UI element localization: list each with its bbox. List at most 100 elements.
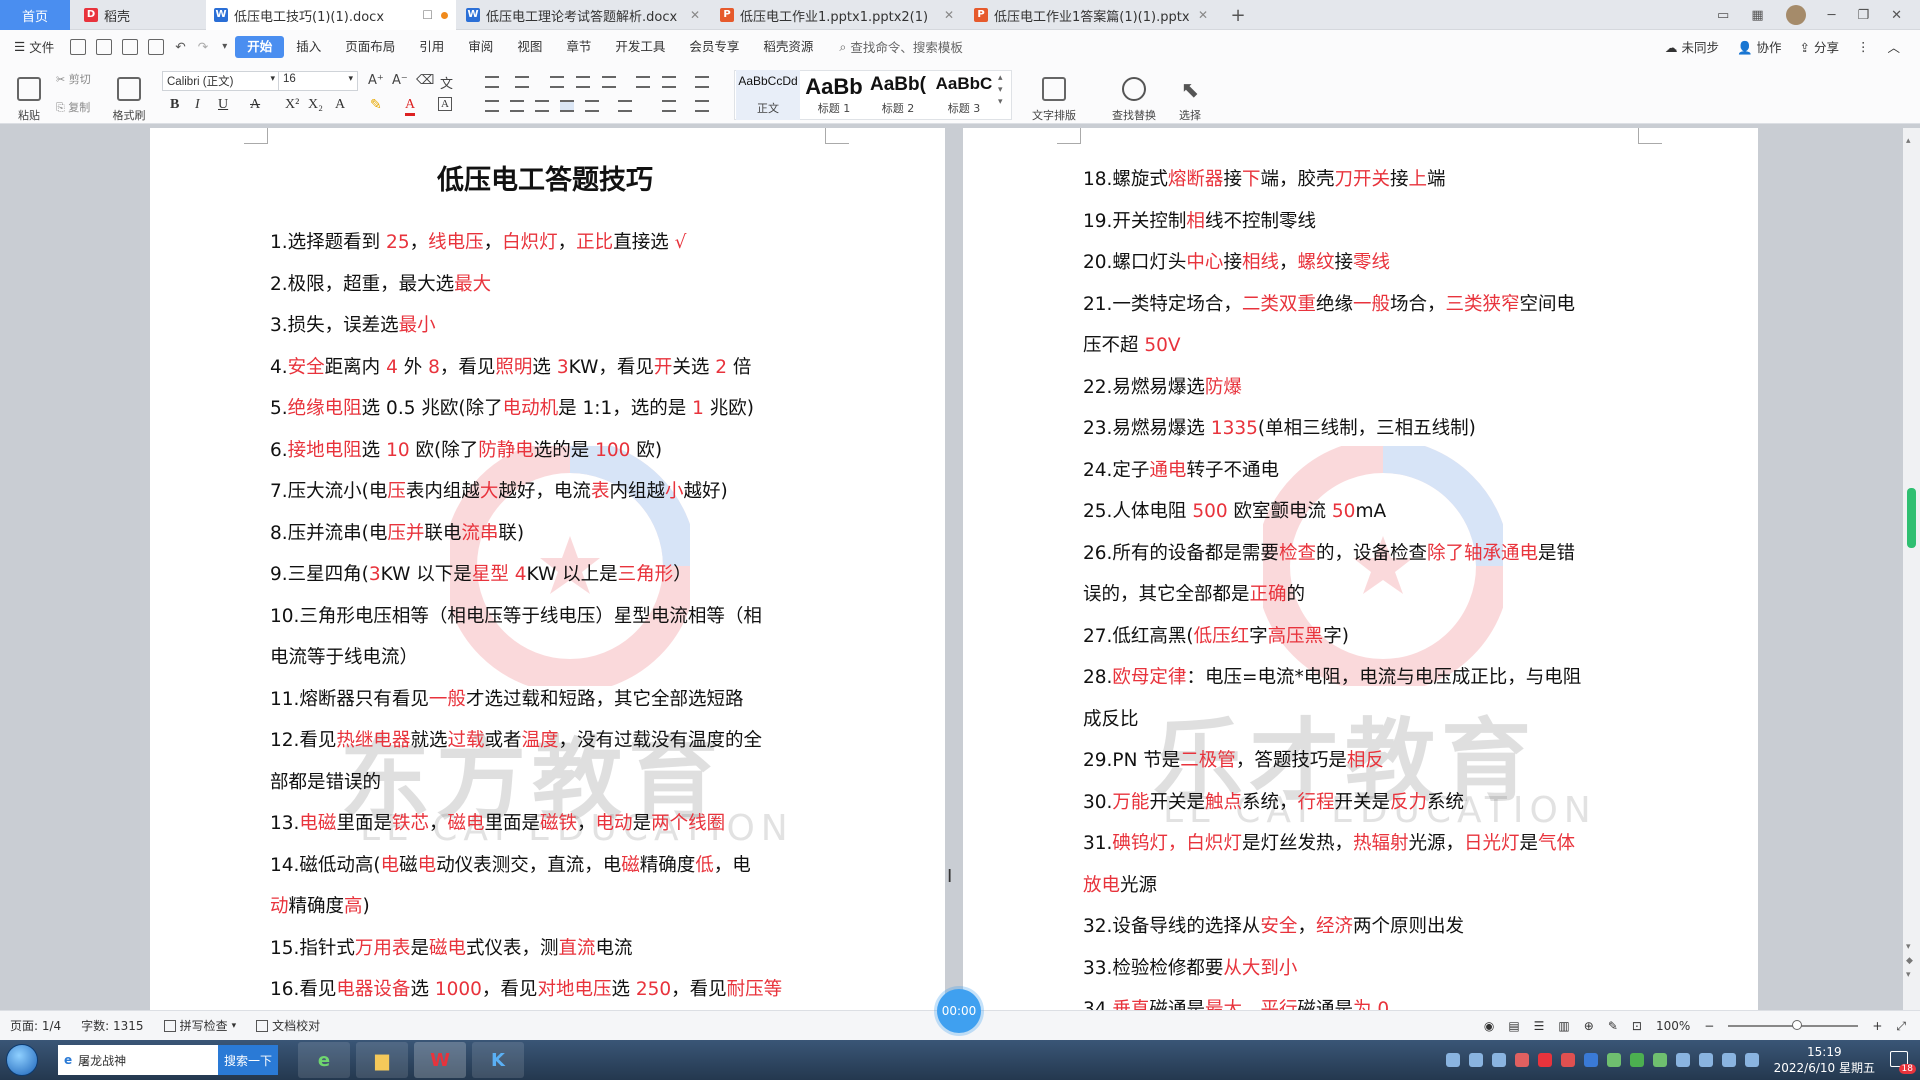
menu-page-layout[interactable]: 页面布局 xyxy=(333,36,407,58)
fit-page-icon[interactable]: ⊡ xyxy=(1632,1019,1642,1033)
style-gallery-scroll[interactable]: ▴ ▾ ▾ xyxy=(998,72,1003,108)
tab-home[interactable]: 首页 xyxy=(0,0,70,30)
volume-icon[interactable] xyxy=(1744,1053,1759,1067)
text-effect-icon[interactable]: A xyxy=(335,97,345,113)
zoom-out-icon[interactable]: − xyxy=(1704,1019,1714,1033)
wps-icon[interactable]: W xyxy=(414,1042,466,1078)
command-search[interactable]: ⌕ 查找命令、搜索模板 xyxy=(825,37,963,56)
export-icon[interactable] xyxy=(96,38,113,55)
notification-icon[interactable]: 18 xyxy=(1890,1049,1916,1074)
tab-active-document[interactable]: W 低压电工技巧(1)(1).docx ☐ xyxy=(206,0,456,30)
write-mode-icon[interactable]: ✎ xyxy=(1608,1019,1618,1033)
sort-icon[interactable] xyxy=(636,76,650,88)
find-replace-button[interactable]: 查找替换 xyxy=(1104,65,1164,123)
borders-icon[interactable] xyxy=(695,100,709,112)
style-heading-1[interactable]: AaBb 标题 1 xyxy=(802,70,866,120)
close-icon[interactable]: ✕ xyxy=(684,8,700,22)
scroll-up-icon[interactable]: ▴ xyxy=(1906,136,1911,146)
tab-ppt-1[interactable]: P 低压电工作业1.pptx1.pptx2(1) ✕ xyxy=(712,0,962,30)
tab-ppt-2[interactable]: P 低压电工作业1答案篇(1)(1).pptx ✕ xyxy=(966,0,1216,30)
close-window-icon[interactable]: ✕ xyxy=(1891,8,1902,23)
tray-app-icon[interactable] xyxy=(1491,1053,1506,1067)
tray-app-icon[interactable] xyxy=(1629,1053,1644,1067)
tray-app-icon[interactable] xyxy=(1514,1053,1529,1067)
grid-icon[interactable]: ▦ xyxy=(1751,8,1763,23)
start-button[interactable] xyxy=(0,1040,44,1080)
document-page-2[interactable]: 乐才教育 LE CAI EDUCATION 18.螺旋式熔断器接下端，胶壳刀开关… xyxy=(963,128,1758,1010)
recording-timer[interactable]: 00:00 xyxy=(937,989,981,1033)
clear-format-icon[interactable]: ⌫ xyxy=(416,73,434,88)
page-nav-icons[interactable]: ▾ ◆ ▾ xyxy=(1906,940,1913,982)
bold-icon[interactable]: B xyxy=(170,97,179,113)
restore-icon[interactable]: ❐ xyxy=(1857,8,1869,23)
numbered-list-icon[interactable] xyxy=(515,76,529,88)
tray-app-icon[interactable] xyxy=(1560,1053,1575,1067)
browser-search-box[interactable]: e 屠龙战神 xyxy=(58,1045,218,1075)
menu-review[interactable]: 审阅 xyxy=(456,36,505,58)
page-indicator[interactable]: 页面: 1/4 xyxy=(0,1017,71,1034)
table-icon[interactable] xyxy=(695,76,709,88)
font-name-select[interactable]: Calibri (正文) ▾ xyxy=(162,71,280,91)
tray-app-icon[interactable] xyxy=(1698,1053,1713,1067)
document-page-1[interactable]: 东方教育 LE CAI EDUCATION 低压电工答题技巧 1.选择题看到 2… xyxy=(150,128,945,1010)
tab-document-2[interactable]: W 低压电工理论考试答题解析.docx ✕ xyxy=(458,0,708,30)
cut-button[interactable]: ✂ 剪切 xyxy=(56,71,91,87)
file-menu[interactable]: ☰ 文件 xyxy=(0,37,54,56)
paste-button[interactable]: 粘贴 xyxy=(12,65,46,123)
subscript-icon[interactable]: X₂ xyxy=(308,97,323,113)
font-color-icon[interactable]: A xyxy=(405,97,416,116)
keyboard-icon[interactable] xyxy=(1445,1053,1460,1067)
reading-view-icon[interactable]: ▥ xyxy=(1558,1019,1569,1033)
align-right-icon[interactable] xyxy=(535,100,549,112)
outline-view-icon[interactable]: ☰ xyxy=(1534,1019,1545,1033)
network-icon[interactable] xyxy=(1721,1053,1736,1067)
tray-app-icon[interactable] xyxy=(1606,1053,1621,1067)
tab-docer[interactable]: D 稻壳 xyxy=(76,0,202,30)
menu-developer[interactable]: 开发工具 xyxy=(603,36,677,58)
menu-insert[interactable]: 插入 xyxy=(284,36,333,58)
window-layout-icon[interactable]: ▭ xyxy=(1717,8,1729,23)
highlight-icon[interactable]: ✎ xyxy=(370,97,382,114)
align-left-icon[interactable] xyxy=(485,100,499,112)
eye-protection-icon[interactable]: ◉ xyxy=(1484,1019,1494,1033)
format-painter-button[interactable]: 格式刷 xyxy=(108,65,150,123)
strikethrough-icon[interactable]: A xyxy=(250,97,260,113)
wps-tray-icon[interactable] xyxy=(1537,1053,1552,1067)
sync-status[interactable]: ☁ 未同步 xyxy=(1665,37,1719,56)
menu-home[interactable]: 开始 xyxy=(235,35,285,58)
menu-section[interactable]: 章节 xyxy=(554,36,603,58)
redo-icon[interactable]: ↷ xyxy=(198,39,208,54)
zoom-slider[interactable] xyxy=(1728,1020,1859,1030)
more-icon[interactable]: ⋮ xyxy=(1857,39,1870,54)
kugou-icon[interactable]: K xyxy=(472,1042,524,1078)
close-icon[interactable]: ✕ xyxy=(1192,8,1208,22)
scroll-thumb[interactable] xyxy=(1907,488,1916,548)
share-button[interactable]: ⇪ 分享 xyxy=(1800,37,1839,56)
tray-app-icon[interactable] xyxy=(1675,1053,1690,1067)
new-tab-button[interactable]: + xyxy=(1220,0,1256,30)
font-size-select[interactable]: 16 ▾ xyxy=(278,71,358,91)
document-proofread[interactable]: 文档校对 xyxy=(246,1017,330,1034)
menu-member[interactable]: 会员专享 xyxy=(677,36,751,58)
style-heading-2[interactable]: AaBb( 标题 2 xyxy=(866,70,930,120)
help-icon[interactable] xyxy=(1468,1053,1483,1067)
zoom-level[interactable]: 100% xyxy=(1656,1019,1690,1033)
browser-360-icon[interactable]: e xyxy=(298,1042,350,1078)
distributed-align-icon[interactable] xyxy=(585,100,599,112)
line-spacing-icon[interactable] xyxy=(618,100,632,112)
page-view-icon[interactable]: ▤ xyxy=(1508,1019,1519,1033)
zoom-in-icon[interactable]: + xyxy=(1872,1019,1882,1033)
decrease-indent-icon[interactable] xyxy=(550,76,564,88)
shading-icon[interactable] xyxy=(662,100,676,112)
menu-view[interactable]: 视图 xyxy=(505,36,554,58)
text-layout-button[interactable]: 文字排版 xyxy=(1024,65,1084,123)
italic-icon[interactable]: I xyxy=(195,97,200,113)
print-icon[interactable] xyxy=(122,38,139,55)
superscript-icon[interactable]: X² xyxy=(285,97,299,113)
bullet-list-icon[interactable] xyxy=(485,76,499,88)
print-preview-icon[interactable] xyxy=(148,38,165,55)
increase-indent-icon[interactable] xyxy=(576,76,590,88)
close-icon[interactable]: ✕ xyxy=(938,8,954,22)
collaborate-button[interactable]: 👤 协作 xyxy=(1737,37,1782,56)
chinese-layout-icon[interactable] xyxy=(602,76,616,88)
